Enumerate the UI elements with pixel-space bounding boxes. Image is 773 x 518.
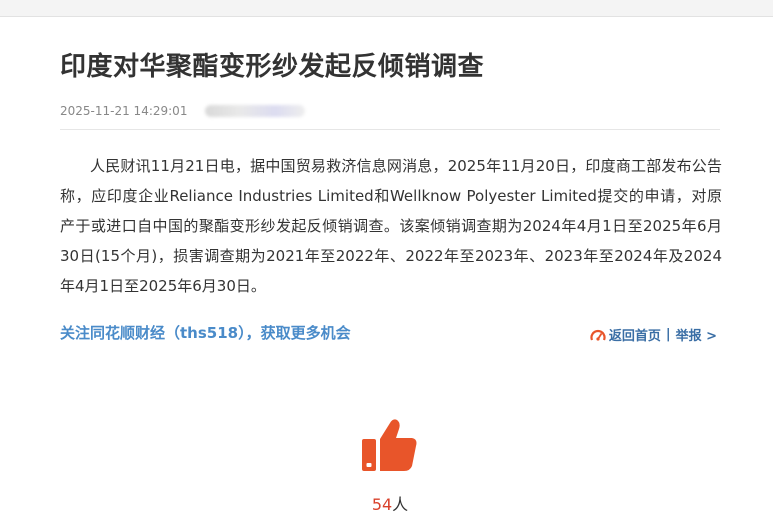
follow-ths-link[interactable]: 关注同花顺财经（ths518），获取更多机会 [60, 322, 351, 343]
publish-datetime: 2025-11-21 14:29:01 [60, 103, 188, 118]
article-meta: 2025-11-21 14:29:01 [60, 103, 306, 119]
footer-links: 返回首页 | 举报 > [590, 325, 717, 344]
speedometer-icon [590, 328, 606, 342]
article-title: 印度对华聚酯变形纱发起反倾销调查 [60, 52, 485, 82]
like-count: 54人 [340, 491, 440, 515]
like-count-unit: 人 [392, 495, 409, 514]
top-bar [0, 0, 773, 17]
home-link[interactable]: 返回首页 [609, 325, 661, 344]
report-link[interactable]: 举报 > [676, 325, 717, 344]
link-separator: | [665, 327, 671, 342]
like-count-number: 54 [371, 495, 393, 514]
thumbs-up-icon [362, 419, 417, 471]
title-divider [60, 129, 720, 130]
like-button[interactable] [358, 417, 420, 473]
article-container: 印度对华聚酯变形纱发起反倾销调查 2025-11-21 14:29:01 人民财… [0, 17, 773, 518]
article-body: 人民财讯11月21日电，据中国贸易救济信息网消息，2025年11月20日，印度商… [60, 157, 722, 295]
blurred-source [205, 104, 306, 117]
